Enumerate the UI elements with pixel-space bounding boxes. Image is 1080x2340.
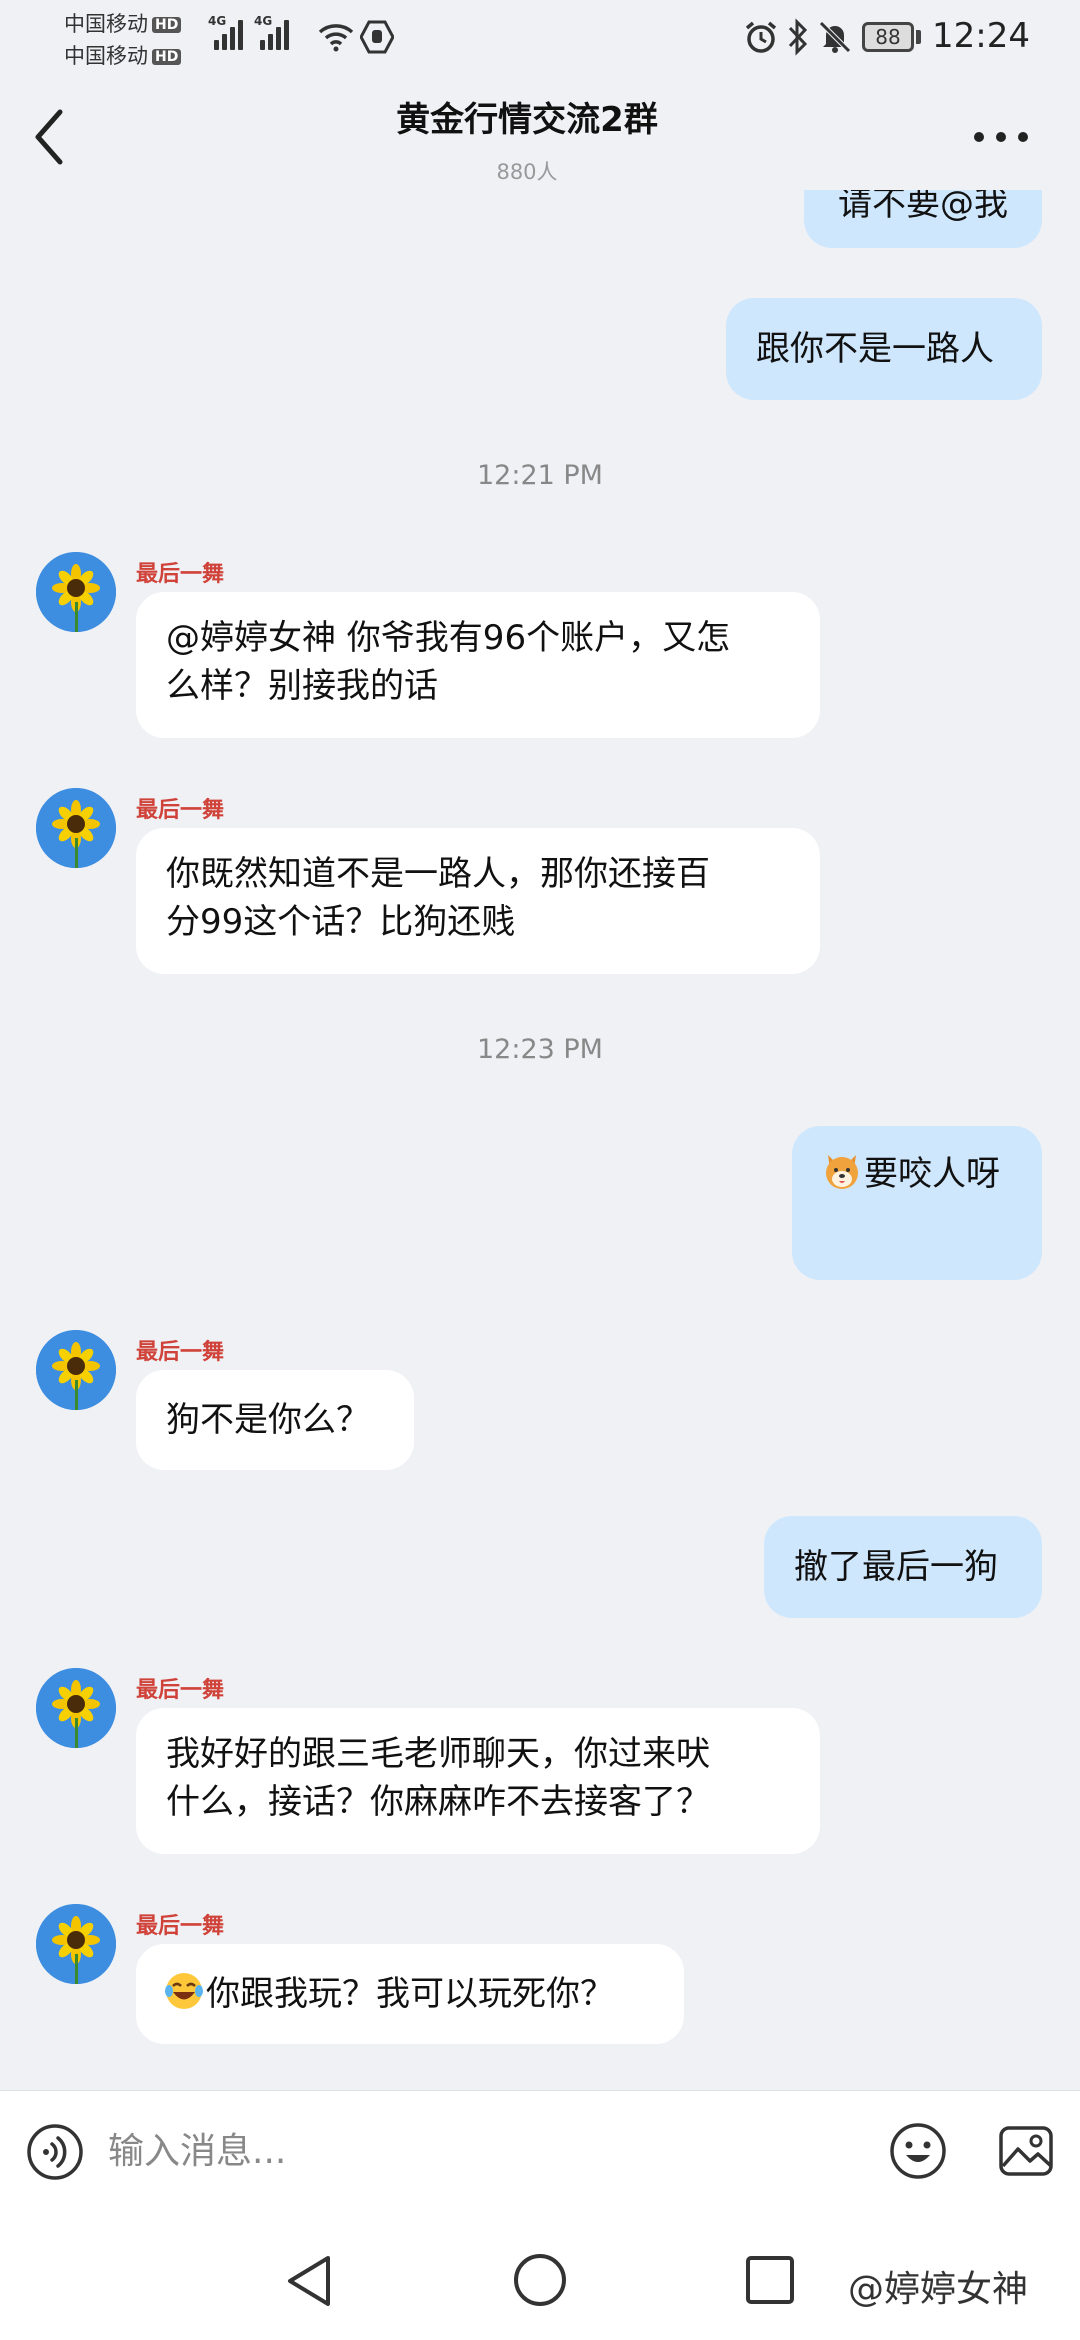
avatar[interactable] <box>36 1668 116 1748</box>
message-text: 狗不是你么？ <box>166 1400 370 1440</box>
message-bubble-incoming[interactable]: 你跟我玩？我可以玩死你？ <box>136 1944 684 2044</box>
bluetooth-icon <box>788 18 808 56</box>
sender-name: 最后一舞 <box>136 1340 225 1365</box>
sunflower-avatar-icon <box>36 1904 116 1984</box>
message-bubble-outgoing[interactable]: 要咬人呀 <box>792 1126 1042 1280</box>
sunflower-avatar-icon <box>36 1668 116 1748</box>
message-text: 你跟我玩？我可以玩死你？ <box>206 1974 614 2014</box>
hd-badge-1: HD <box>152 17 182 33</box>
message-text-line: 我好好的跟三毛老师聊天，你过来吠 <box>166 1734 710 1774</box>
sunflower-avatar-icon <box>36 1330 116 1410</box>
member-count: 880人 <box>496 160 558 184</box>
message-text-line: @婷婷女神 你爷我有96个账户，又怎 <box>166 618 731 658</box>
message-bubble-incoming[interactable]: 狗不是你么？ <box>136 1370 414 1470</box>
avatar[interactable] <box>36 1904 116 1984</box>
network-2-label: 4G <box>254 14 273 28</box>
sender-name: 最后一舞 <box>136 1914 225 1939</box>
status-bar: 中国移动 HD 中国移动 HD 4G 4G 88 12:24 <box>0 0 1080 76</box>
dog-emoji-icon <box>826 1155 858 1189</box>
carrier-1: 中国移动 HD <box>64 8 182 38</box>
avatar[interactable] <box>36 788 116 868</box>
carrier-2-label: 中国移动 <box>64 44 148 68</box>
navigation-bar: @婷婷女神 <box>0 2220 1080 2340</box>
image-icon[interactable] <box>996 2121 1056 2181</box>
sender-name: 最后一舞 <box>136 798 225 823</box>
carrier-1-label: 中国移动 <box>64 12 148 36</box>
message-text-line: 什么，接话？你麻麻咋不去接客了？ <box>166 1782 710 1822</box>
message-text-line: 你既然知道不是一路人，那你还接百 <box>166 854 710 894</box>
message-text: 跟你不是一路人 <box>756 329 994 369</box>
sender-name: 最后一舞 <box>136 562 225 587</box>
message-list[interactable]: 请不要@我 跟你不是一路人 12:21 PM 最后一舞 @婷婷女神 你爷我有96… <box>0 190 1080 2090</box>
nav-recent-icon[interactable] <box>744 2254 796 2306</box>
emoji-icon[interactable] <box>888 2121 948 2181</box>
signal-2-icon: 4G <box>254 14 290 50</box>
sunflower-avatar-icon <box>36 552 116 632</box>
message-text-line: 么样？别接我的话 <box>166 666 438 706</box>
battery-cap <box>916 30 921 44</box>
message-bubble-incoming[interactable]: @婷婷女神 你爷我有96个账户，又怎 么样？别接我的话 <box>136 592 820 738</box>
signal-1-icon: 4G <box>208 14 244 50</box>
message-text: 撤了最后一狗 <box>794 1547 998 1587</box>
message-bubble-outgoing[interactable]: 请不要@我 <box>804 190 1042 248</box>
time-divider: 12:21 PM <box>477 460 603 491</box>
sender-name: 最后一舞 <box>136 1678 225 1703</box>
avatar[interactable] <box>36 1330 116 1410</box>
carrier-2: 中国移动 HD <box>64 40 182 70</box>
message-text: 要咬人呀 <box>864 1154 1000 1194</box>
mute-icon <box>819 21 851 53</box>
message-text: 请不要@我 <box>838 190 1008 224</box>
time-divider: 12:23 PM <box>477 1034 603 1065</box>
network-1-label: 4G <box>208 14 227 28</box>
chat-title: 黄金行情交流2群 <box>396 100 658 140</box>
avatar[interactable] <box>36 552 116 632</box>
message-bubble-outgoing[interactable]: 撤了最后一狗 <box>764 1516 1042 1618</box>
voice-icon[interactable] <box>26 2123 84 2181</box>
nav-home-icon[interactable] <box>512 2252 568 2308</box>
message-bubble-incoming[interactable]: 我好好的跟三毛老师聊天，你过来吠 什么，接话？你麻麻咋不去接客了？ <box>136 1708 820 1854</box>
nav-back-icon[interactable] <box>282 2252 336 2310</box>
alarm-icon <box>745 21 777 53</box>
status-time: 12:24 <box>932 16 1030 56</box>
wifi-icon <box>318 24 354 52</box>
watermark: @婷婷女神 <box>848 2269 1029 2310</box>
vpn-icon <box>360 20 394 54</box>
message-text-line: 分99这个话？比狗还贱 <box>166 902 516 942</box>
message-bubble-outgoing[interactable]: 跟你不是一路人 <box>726 298 1042 400</box>
hd-badge-2: HD <box>152 49 182 65</box>
battery-icon: 88 <box>862 22 914 52</box>
sunflower-avatar-icon <box>36 788 116 868</box>
message-bubble-incoming[interactable]: 你既然知道不是一路人，那你还接百 分99这个话？比狗还贱 <box>136 828 820 974</box>
laughing-emoji-icon <box>165 1973 203 2009</box>
input-bar: 输入消息... <box>0 2090 1080 2221</box>
message-input[interactable]: 输入消息... <box>108 2119 868 2185</box>
more-horizontal-icon[interactable] <box>968 120 1032 150</box>
